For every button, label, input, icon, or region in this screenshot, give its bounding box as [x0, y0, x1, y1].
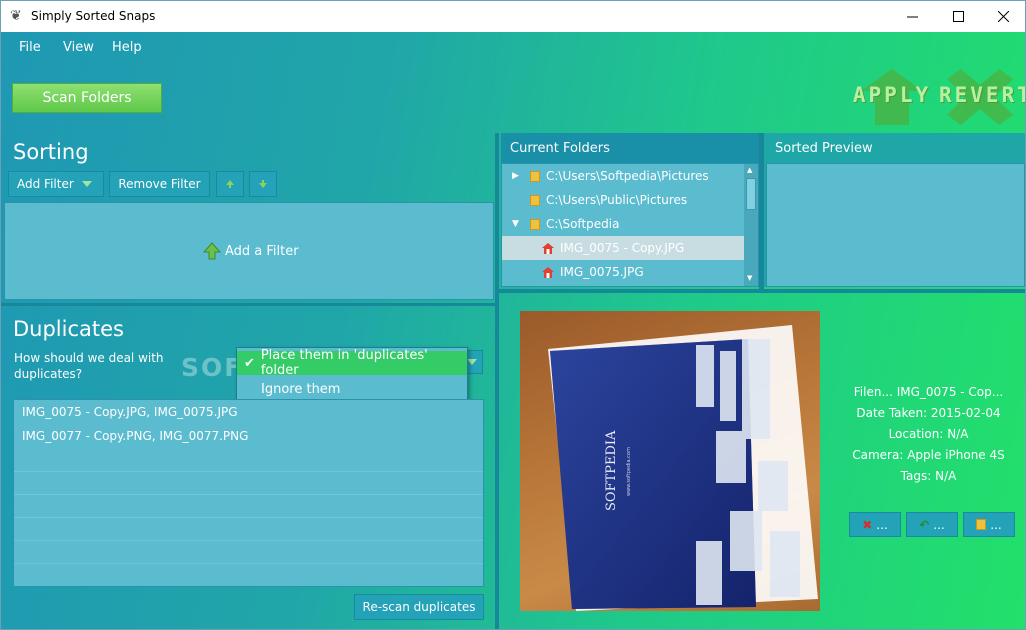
- current-folders-pane: Current Folders ▶ C:\Users\Softpedia\Pic…: [501, 133, 759, 287]
- info-location: Location: N/A: [888, 427, 969, 441]
- info-camera: Camera: Apple iPhone 4S: [852, 448, 1005, 462]
- duplicates-question: How should we deal with duplicates?: [14, 351, 164, 381]
- tree-row[interactable]: ▼ C:\Softpedia: [502, 212, 744, 236]
- rotate-photo-button[interactable]: ↶...: [906, 512, 958, 537]
- row-separator: [14, 563, 483, 564]
- maximize-button[interactable]: [935, 1, 981, 32]
- list-item[interactable]: IMG_0077 - Copy.PNG, IMG_0077.PNG: [14, 426, 482, 446]
- tree-row[interactable]: C:\Users\Public\Pictures: [502, 188, 744, 212]
- info-date-taken: Date Taken: 2015-02-04: [856, 406, 1001, 420]
- folder-tree[interactable]: ▶ C:\Users\Softpedia\Pictures C:\Users\P…: [501, 163, 759, 287]
- row-separator: [14, 494, 483, 495]
- app-window: ❦ Simply Sorted Snaps File View Help Sca…: [0, 0, 1026, 630]
- add-filter-label: Add Filter: [17, 177, 74, 191]
- add-filter-arrow-icon: [203, 242, 221, 260]
- minimize-button[interactable]: [889, 1, 935, 32]
- add-filter-placeholder[interactable]: Add a Filter: [203, 242, 299, 260]
- folder-icon: [976, 519, 987, 530]
- row-separator: [14, 471, 483, 472]
- tree-scrollbar[interactable]: ▲ ▼: [744, 164, 758, 286]
- info-tags: Tags: N/A: [900, 469, 957, 483]
- image-file-icon: [542, 266, 554, 278]
- duplicates-list[interactable]: IMG_0075 - Copy.JPG, IMG_0075.JPG IMG_00…: [13, 399, 484, 587]
- sorting-heading: Sorting: [13, 140, 89, 164]
- rescan-duplicates-button[interactable]: Re-scan duplicates: [354, 594, 484, 620]
- softpedia-book-image: SOFTPEDIA www.softpedia.com: [548, 325, 818, 611]
- menu-help[interactable]: Help: [112, 40, 142, 55]
- folder-icon: [530, 218, 540, 230]
- arrow-up-icon: [226, 180, 234, 188]
- tree-row-selected[interactable]: IMG_0075 - Copy.JPG: [502, 236, 744, 260]
- photo-preview: SOFTPEDIA www.softpedia.com: [520, 311, 820, 611]
- tree-row[interactable]: ▶ C:\Users\Softpedia\Pictures: [502, 164, 744, 188]
- scroll-down-icon[interactable]: ▼: [747, 274, 752, 282]
- tree-label: C:\Users\Softpedia\Pictures: [546, 169, 709, 183]
- scroll-up-icon[interactable]: ▲: [747, 166, 752, 174]
- dropdown-option-label: Place them in 'duplicates' folder: [260, 348, 428, 378]
- duplicates-heading: Duplicates: [13, 317, 124, 341]
- checkmark-icon: ✔: [244, 355, 255, 371]
- folder-icon: [530, 170, 540, 182]
- expand-arrow-icon[interactable]: ▶: [512, 171, 524, 181]
- book-site-text: www.softpedia.com: [626, 447, 632, 496]
- scan-folders-button[interactable]: Scan Folders: [12, 83, 162, 113]
- list-item[interactable]: IMG_0075 - Copy.JPG, IMG_0075.JPG: [14, 402, 482, 422]
- tree-row[interactable]: IMG_0075.JPG: [502, 260, 744, 284]
- folder-icon: [530, 194, 540, 206]
- chevron-down-icon: [467, 359, 477, 365]
- arrow-down-icon: [259, 180, 267, 188]
- sorted-preview-heading: Sorted Preview: [775, 141, 873, 156]
- open-folder-button[interactable]: ...: [963, 512, 1015, 537]
- add-filter-text: Add a Filter: [225, 243, 299, 259]
- remove-filter-button[interactable]: Remove Filter: [109, 171, 210, 197]
- tree-label: C:\Softpedia: [546, 217, 620, 231]
- close-button[interactable]: [980, 1, 1025, 32]
- image-file-icon: [542, 242, 554, 254]
- menu-view[interactable]: View: [63, 40, 94, 55]
- move-down-button[interactable]: [249, 171, 277, 197]
- sorted-preview-list[interactable]: [766, 163, 1025, 287]
- revert-button[interactable]: REVERT: [939, 69, 1026, 125]
- row-separator: [14, 517, 483, 518]
- add-filter-dropdown[interactable]: Add Filter: [8, 171, 104, 197]
- delete-icon: ✖: [862, 517, 873, 532]
- row-separator: [14, 540, 483, 541]
- filter-panel[interactable]: Add a Filter: [4, 202, 494, 300]
- sorted-preview-pane: Sorted Preview: [764, 133, 1025, 287]
- horizontal-splitter-left[interactable]: [1, 303, 495, 306]
- tree-label: IMG_0075.JPG: [560, 265, 644, 279]
- info-filename: Filen... IMG_0075 - Cop...: [853, 385, 1004, 399]
- scrollbar-thumb[interactable]: [746, 178, 756, 210]
- revert-label: REVERT: [939, 83, 1026, 107]
- app-icon: ❦: [10, 8, 22, 24]
- tree-label: IMG_0075 - Copy.JPG: [560, 241, 685, 255]
- vertical-splitter[interactable]: [495, 133, 499, 629]
- tree-label: C:\Users\Public\Pictures: [546, 193, 688, 207]
- delete-photo-button[interactable]: ✖...: [849, 512, 901, 537]
- title-bar: ❦ Simply Sorted Snaps: [1, 1, 1025, 32]
- horizontal-splitter-right[interactable]: [499, 289, 1025, 293]
- window-title: Simply Sorted Snaps: [31, 9, 156, 23]
- menu-bar: File View Help: [1, 32, 1025, 62]
- apply-label: APPLY: [852, 83, 932, 107]
- chevron-down-icon: [81, 181, 92, 187]
- book-brand-text: SOFTPEDIA: [604, 430, 619, 511]
- move-up-button[interactable]: [216, 171, 244, 197]
- apply-button[interactable]: APPLY: [851, 69, 933, 125]
- dropdown-option-ignore[interactable]: Ignore them: [261, 382, 340, 397]
- dropdown-option-duplicates-folder[interactable]: ✔ Place them in 'duplicates' folder: [237, 348, 467, 378]
- rotate-icon: ↶: [919, 517, 930, 532]
- collapse-arrow-icon[interactable]: ▼: [512, 219, 524, 229]
- menu-file[interactable]: File: [19, 40, 41, 55]
- current-folders-heading: Current Folders: [510, 141, 610, 156]
